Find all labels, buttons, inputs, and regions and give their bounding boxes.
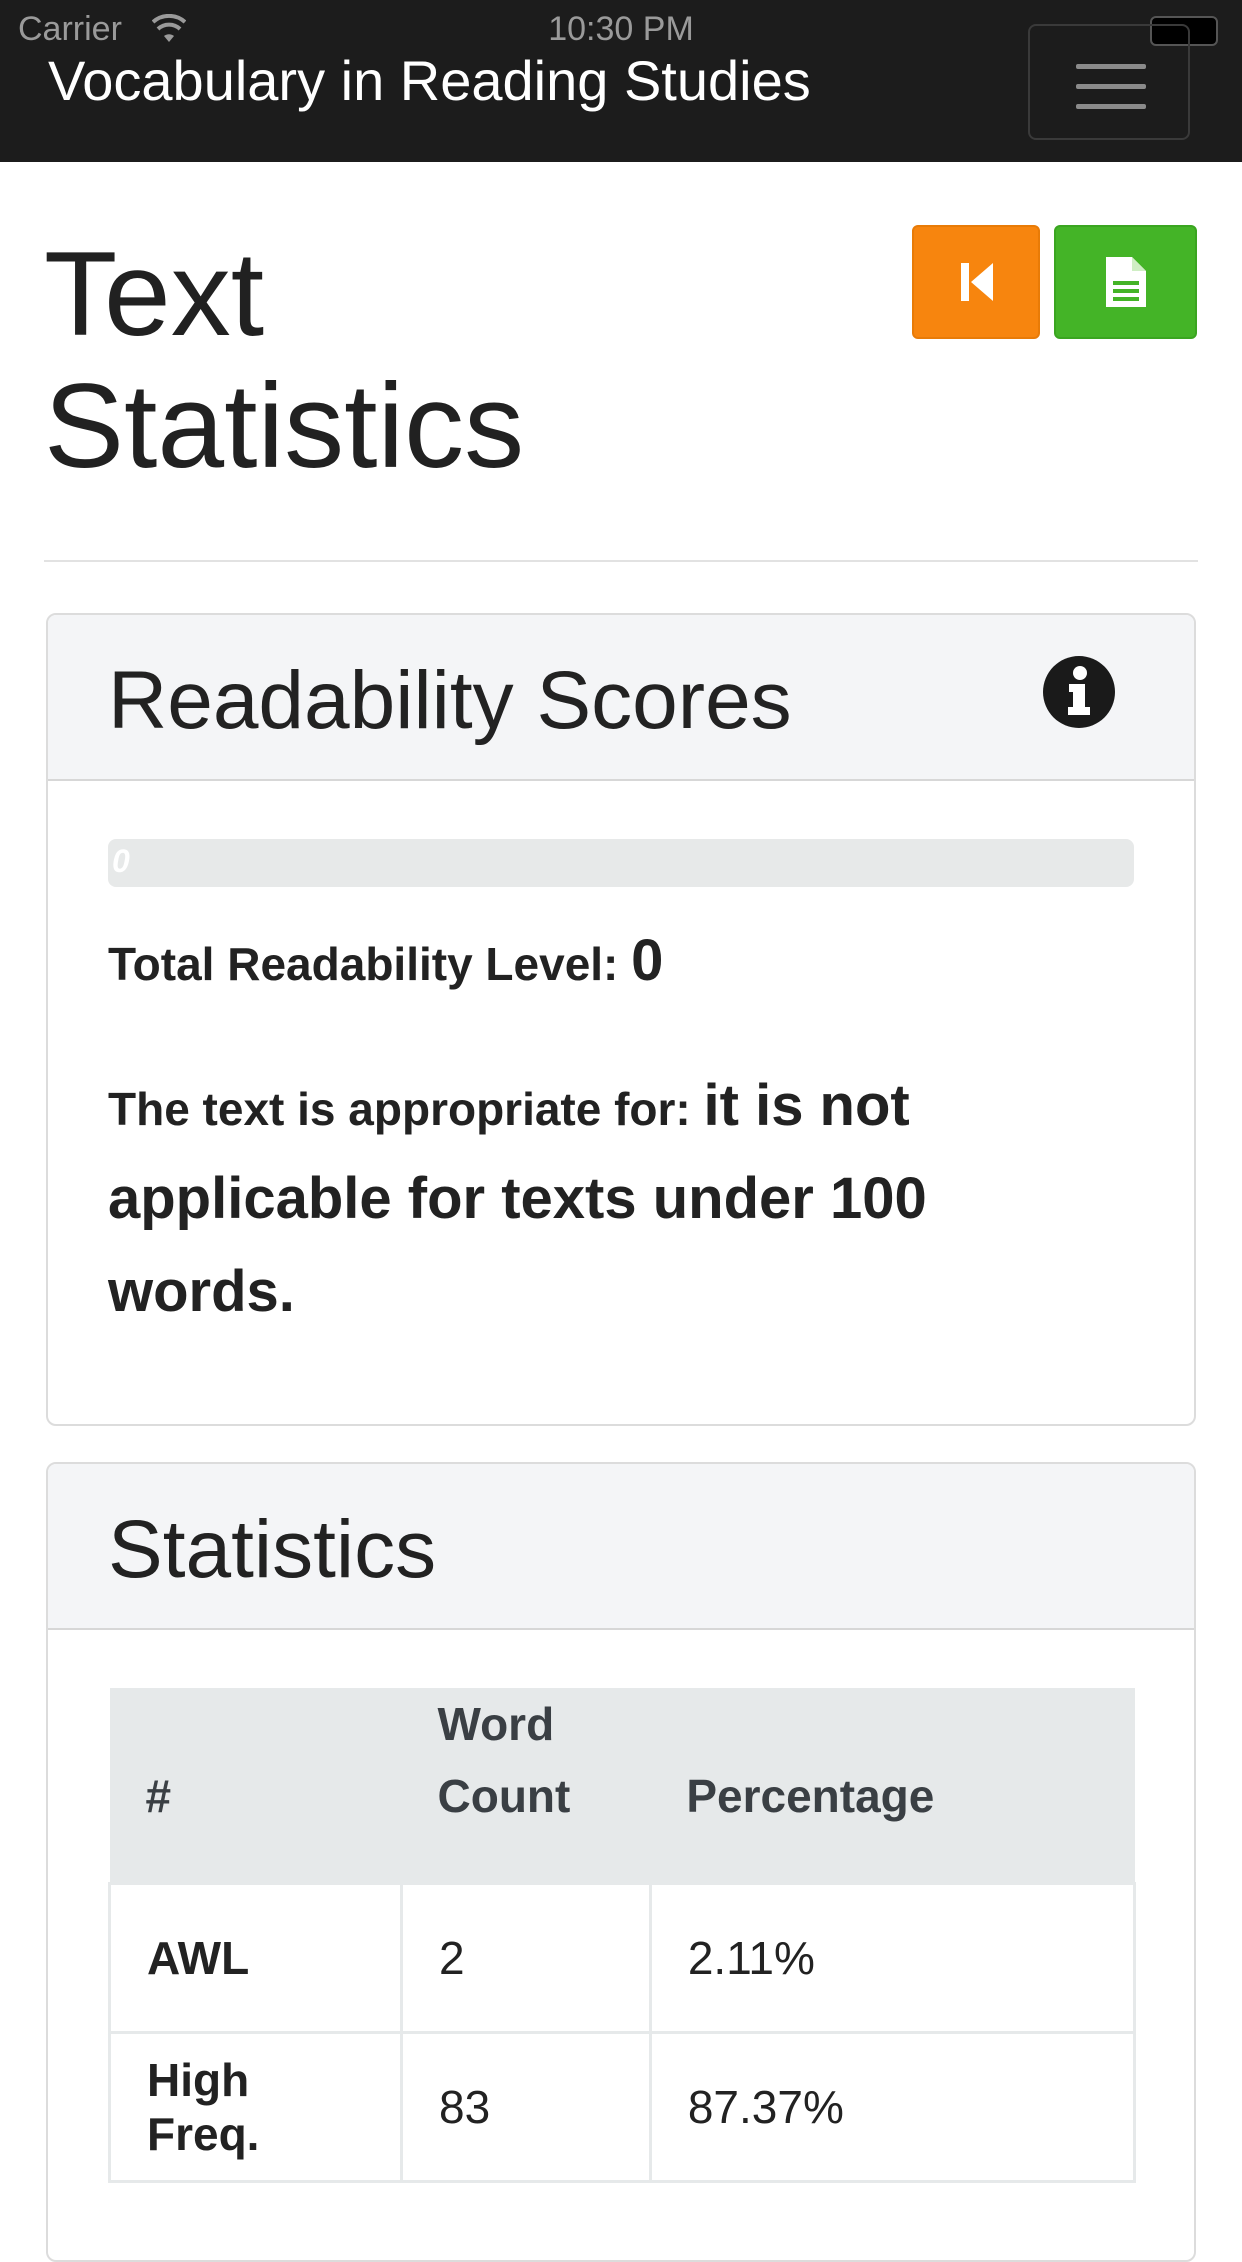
back-button[interactable] — [912, 225, 1040, 339]
page-title: Text Statistics — [44, 227, 525, 493]
document-icon — [1106, 257, 1146, 307]
row-percentage: 2.11% — [648, 1882, 1137, 2034]
hamburger-menu-icon-bar — [1076, 84, 1146, 89]
row-percentage: 87.37% — [648, 2031, 1137, 2183]
info-icon[interactable] — [1042, 655, 1116, 729]
table-row: AWL 2 2.11% — [108, 1882, 1137, 2034]
hamburger-menu-button[interactable] — [1028, 24, 1190, 140]
statistics-table: # Word Count Percentage AWL 2 2.11% High… — [108, 1688, 1137, 2183]
total-readability-value: 0 — [631, 928, 664, 993]
hamburger-menu-icon — [1076, 64, 1146, 69]
column-header-word-count: Word Count — [401, 1688, 651, 1884]
column-header-percentage: Percentage — [650, 1688, 1135, 1884]
readability-heading: Readability Scores — [108, 655, 792, 746]
navbar-brand[interactable]: Vocabulary in Reading Studies — [48, 48, 811, 113]
table-header-row: # Word Count Percentage — [109, 1688, 1135, 1884]
row-label: High Freq. — [108, 2031, 403, 2183]
readability-panel: Readability Scores 0 Total Readability L… — [46, 613, 1196, 1426]
total-readability-level: Total Readability Level: 0 — [108, 927, 663, 994]
statistics-heading: Statistics — [108, 1504, 437, 1595]
statistics-panel: Statistics # Word Count Percentage AWL 2… — [46, 1462, 1196, 2262]
appropriate-for: The text is appropriate for: it is not a… — [108, 1061, 1088, 1340]
table-row: High Freq. 83 87.37% — [108, 2031, 1137, 2183]
row-word-count: 83 — [400, 2031, 652, 2183]
readability-panel-body: 0 Total Readability Level: 0 The text is… — [48, 781, 1194, 1424]
skip-back-icon — [961, 263, 993, 301]
total-readability-label: Total Readability Level: — [108, 938, 619, 990]
header-divider — [44, 560, 1198, 562]
readability-progress-label: 0 — [112, 843, 130, 879]
hamburger-menu-icon-bar — [1076, 104, 1146, 109]
statistics-panel-header: Statistics — [48, 1464, 1194, 1630]
readability-progress: 0 — [108, 839, 1134, 887]
row-label: AWL — [108, 1882, 403, 2034]
column-header-number: # — [109, 1688, 402, 1884]
row-word-count: 2 — [400, 1882, 652, 2034]
appropriate-for-label: The text is appropriate for: — [108, 1083, 691, 1135]
document-button[interactable] — [1054, 225, 1197, 339]
navbar: Carrier 10:30 PM Vocabulary in Reading S… — [0, 0, 1242, 162]
readability-panel-header: Readability Scores — [48, 615, 1194, 781]
